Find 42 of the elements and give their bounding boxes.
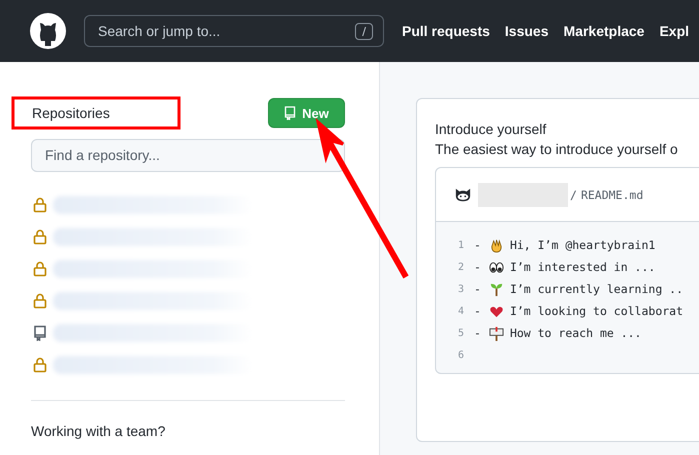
code-line-text: How to reach me ...	[510, 326, 642, 340]
list-dash: -	[474, 260, 481, 274]
code-line-text: I’m currently learning ..	[510, 282, 684, 296]
code-line-text: I’m looking to collaborat	[510, 304, 684, 318]
cat-face-icon	[454, 186, 472, 202]
list-dash: -	[474, 326, 481, 340]
book-icon	[33, 325, 47, 341]
lock-icon	[33, 229, 47, 245]
card-description: The easiest way to introduce yourself o	[435, 141, 679, 157]
nav-link[interactable]: Expl	[659, 23, 690, 39]
card-title: Introduce yourself	[435, 121, 548, 137]
code-line-text: Hi, I’m @heartybrain1	[510, 238, 656, 252]
repository-filter-field[interactable]: Find a repository...	[31, 139, 345, 172]
cat-logo-icon[interactable]	[30, 13, 66, 49]
nav-link[interactable]: Marketplace	[564, 23, 644, 39]
list-dash: -	[474, 238, 481, 252]
line-number: 4	[456, 306, 464, 316]
line-number: 5	[456, 328, 464, 338]
search-placeholder: Search or jump to...	[98, 23, 220, 39]
lock-icon	[33, 293, 47, 309]
nav-link[interactable]: Issues	[504, 23, 549, 39]
list-dash: -	[474, 282, 481, 296]
repositories-heading: Repositories	[31, 105, 110, 121]
sprout-icon	[488, 282, 504, 296]
nav-link[interactable]: Pull requests	[402, 23, 490, 39]
search-field[interactable]: Search or jump to... /	[84, 15, 384, 47]
mailbox-icon	[488, 326, 504, 340]
lock-icon	[33, 261, 47, 277]
line-number: 2	[456, 262, 464, 272]
book-icon	[284, 106, 296, 120]
eyes-icon	[488, 260, 504, 274]
list-dash: -	[474, 304, 481, 318]
line-number: 1	[456, 240, 464, 250]
line-number: 3	[456, 284, 464, 294]
lock-icon	[33, 197, 47, 213]
team-heading: Working with a team?	[31, 423, 166, 439]
line-number: 6	[456, 350, 464, 360]
code-line-text: I’m interested in ...	[510, 260, 656, 274]
path-separator: /	[570, 188, 577, 202]
shortcut-key: /	[355, 22, 373, 40]
lock-icon	[33, 357, 47, 373]
file-name: README.md	[580, 188, 644, 202]
